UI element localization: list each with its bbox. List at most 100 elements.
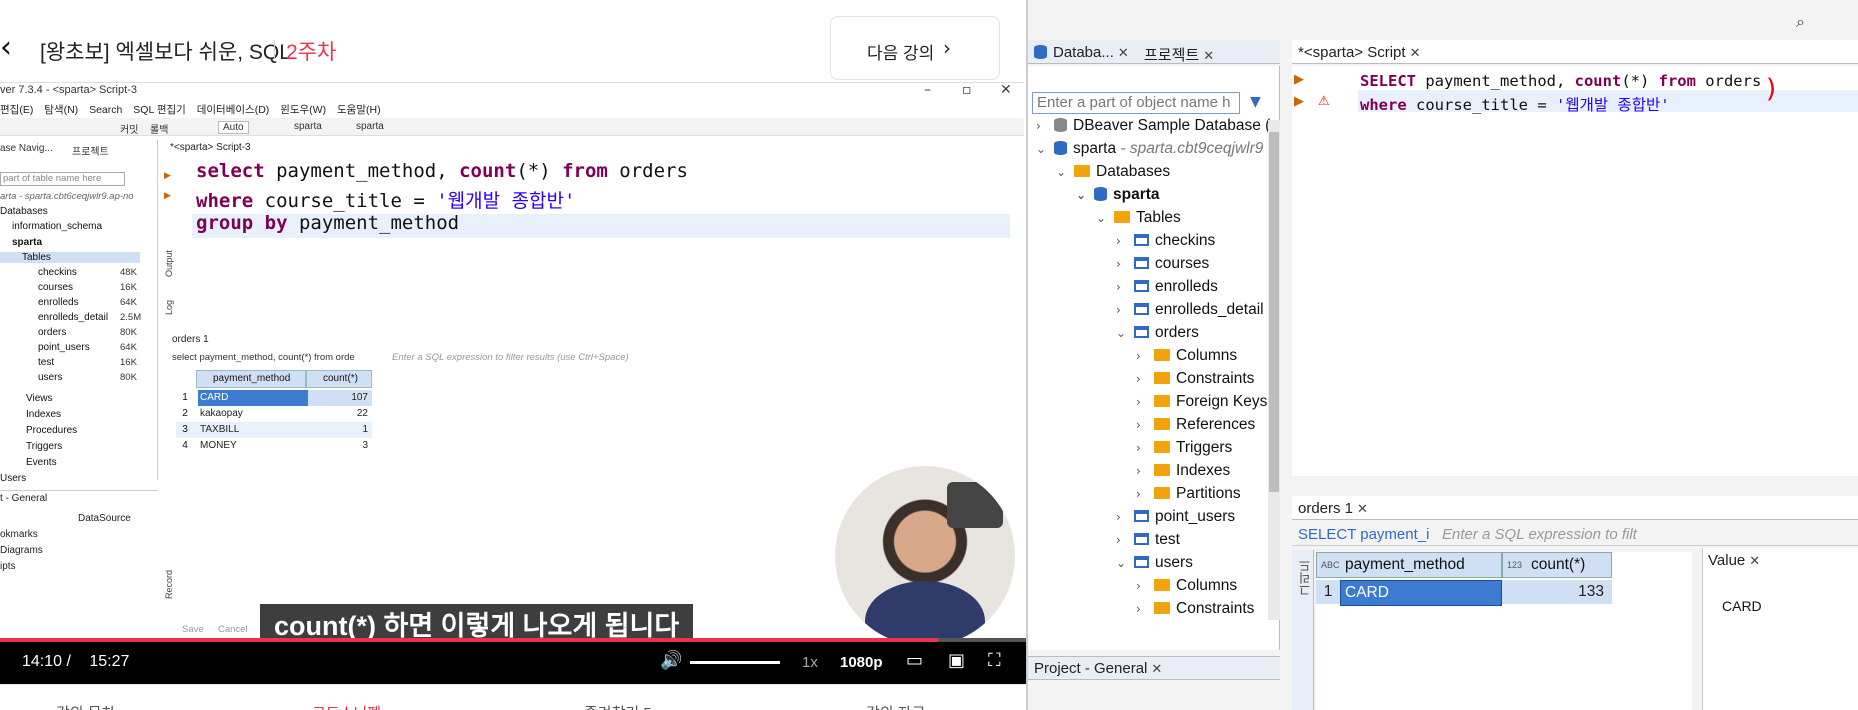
tree-table-users[interactable]: ⌄ users [1116,554,1193,572]
tree-sample-db[interactable]: › DBeaver Sample Database ( [1036,117,1270,135]
tree-table[interactable]: › point_users [1116,508,1235,526]
cell-count[interactable]: 1 [308,422,372,438]
tree-table[interactable]: courses [38,282,73,293]
column-header-payment-method[interactable]: payment_method [196,370,306,388]
tree-tables[interactable]: Tables [0,252,140,263]
tab-project[interactable]: 프로젝트 ✕ [1144,44,1214,65]
tree-table-orders[interactable]: ⌄ orders [1116,324,1199,342]
cell-count[interactable]: 107 [308,390,372,406]
close-icon[interactable]: ✕ [1357,501,1368,516]
menu-sql-editor[interactable]: SQL 편집기 [133,104,186,116]
commit-button[interactable]: 커밋 [120,121,138,136]
menu-window[interactable]: 윈도우(W) [280,104,326,116]
tab-project[interactable]: 프로젝트 [72,143,109,158]
save-button[interactable]: Save [182,624,204,635]
general-item[interactable]: ipts [0,561,16,572]
tree-table[interactable]: › enrolleds_detail [1116,301,1264,319]
column-header-count[interactable]: count(*) [306,370,372,388]
cell-count[interactable]: 3 [308,438,372,454]
close-icon[interactable]: ✕ [1749,553,1760,568]
chevron-left-icon[interactable]: ‹ [0,30,12,65]
tree-folder[interactable]: › Indexes [1136,462,1230,480]
tree-table[interactable]: › enrolleds [1116,278,1218,296]
close-icon[interactable]: ✕ [1203,48,1214,63]
tab-project-general[interactable]: Project - General ✕ [1034,660,1162,677]
run-icon[interactable]: ▶ [1294,72,1304,87]
tab-database-navigator[interactable]: Databa... ✕ [1034,44,1129,61]
cell-method[interactable]: MONEY [198,438,308,454]
tree-folder[interactable]: › Constraints [1136,600,1254,618]
tree-folder[interactable]: › Partitions [1136,485,1241,503]
fullscreen-icon[interactable]: ⛶ [988,650,1001,671]
volume-icon[interactable]: 🔊 [660,650,682,671]
sql-editor[interactable] [1292,66,1858,476]
table-row[interactable]: 1 CARD 107 [176,390,372,406]
result-tab-orders[interactable]: orders 1 ✕ [1298,500,1368,517]
table-filter-input[interactable]: part of table name here [0,172,125,186]
schema-select[interactable]: sparta [356,121,384,132]
menu-edit[interactable]: 편집(E) [0,104,33,116]
close-icon[interactable]: ✕ [1118,45,1129,60]
minimize-icon[interactable]: – [924,82,931,98]
tree-procedures[interactable]: Procedures [26,425,77,436]
general-item[interactable]: okmarks [0,529,38,540]
tree-tables[interactable]: ⌄ Tables [1096,209,1181,227]
tree-table[interactable]: enrolleds [38,297,79,308]
cell-method[interactable]: CARD [1340,580,1502,606]
cell-count[interactable]: 22 [308,406,372,422]
tab-code-snippet[interactable]: 코드스니펫 [312,702,381,710]
tree-indexes[interactable]: Indexes [26,409,61,420]
result-filter-input[interactable]: Enter a SQL expression to filt [1442,526,1637,543]
object-filter-input[interactable]: Enter a part of object name h [1032,92,1240,114]
menu-navigate[interactable]: 탐색(N) [44,104,78,116]
record-label[interactable]: Record [164,570,174,599]
tab-value[interactable]: Value ✕ [1708,552,1760,569]
run-script-icon[interactable]: ▶ [1294,94,1304,109]
tree-table[interactable]: › courses [1116,255,1209,273]
tree-table[interactable]: checkins [38,267,77,278]
tab-script-3[interactable]: *<sparta> Script-3 [170,142,251,153]
next-lecture-button[interactable]: 다음 강의 › [830,16,1000,80]
value-text[interactable]: CARD [1722,598,1762,614]
tree-views[interactable]: Views [26,393,53,404]
rollback-button[interactable]: 롤백 [150,121,168,136]
tree-triggers[interactable]: Triggers [26,441,62,452]
tree-users[interactable]: Users [0,473,26,484]
volume-slider[interactable] [690,661,780,664]
quality-setting[interactable]: 1080p [840,654,883,671]
tree-sparta[interactable]: sparta [12,237,42,248]
cell-count[interactable]: 133 [1502,580,1612,604]
output-label[interactable]: Output [164,250,174,277]
tree-events[interactable]: Events [26,457,57,468]
general-tab[interactable]: t - General [0,493,47,504]
table-row[interactable]: 1 CARD 133 [1316,580,1692,606]
tree-table[interactable]: test [38,357,54,368]
table-row[interactable]: 2 kakaopay 22 [176,406,372,422]
close-icon[interactable]: ✕ [1000,82,1012,98]
tree-folder[interactable]: › Columns [1136,347,1237,365]
menu-search[interactable]: Search [89,104,122,116]
cell-method[interactable]: kakaopay [198,406,308,422]
tree-table[interactable]: point_users [38,342,90,353]
tab-bookmarks[interactable]: 즐겨찾기 5 [584,702,652,710]
scrollbar-thumb[interactable] [1269,132,1279,492]
connection-select[interactable]: sparta [294,121,322,132]
playback-speed[interactable]: 1x [802,654,818,671]
run-script-icon[interactable]: ▶ [164,190,171,201]
tree-table[interactable]: orders [38,327,66,338]
grid-view-label[interactable]: 그리드 [1296,560,1313,596]
tree-folder[interactable]: › References [1136,416,1255,434]
tree-connection-sparta[interactable]: ⌄ sparta - sparta.cbt9ceqjwlr9 [1036,140,1263,158]
tree-databases[interactable]: Databases [0,206,48,217]
search-icon[interactable]: ⌕ [1796,12,1805,32]
tree-connection[interactable]: arta - sparta.cbt6ceqjwlr9.ap-no [0,191,134,202]
auto-commit-select[interactable]: Auto [218,121,249,134]
tree-table[interactable]: › test [1116,531,1180,549]
close-icon[interactable]: ✕ [1151,661,1162,676]
tree-folder[interactable]: › Columns [1136,577,1237,595]
tree-databases[interactable]: ⌄ Databases [1056,163,1170,181]
table-row[interactable]: 3 TAXBILL 1 [176,422,372,438]
tree-information-schema[interactable]: information_schema [12,221,102,232]
general-item[interactable]: Diagrams [0,545,43,556]
table-row[interactable]: 4 MONEY 3 [176,438,372,454]
